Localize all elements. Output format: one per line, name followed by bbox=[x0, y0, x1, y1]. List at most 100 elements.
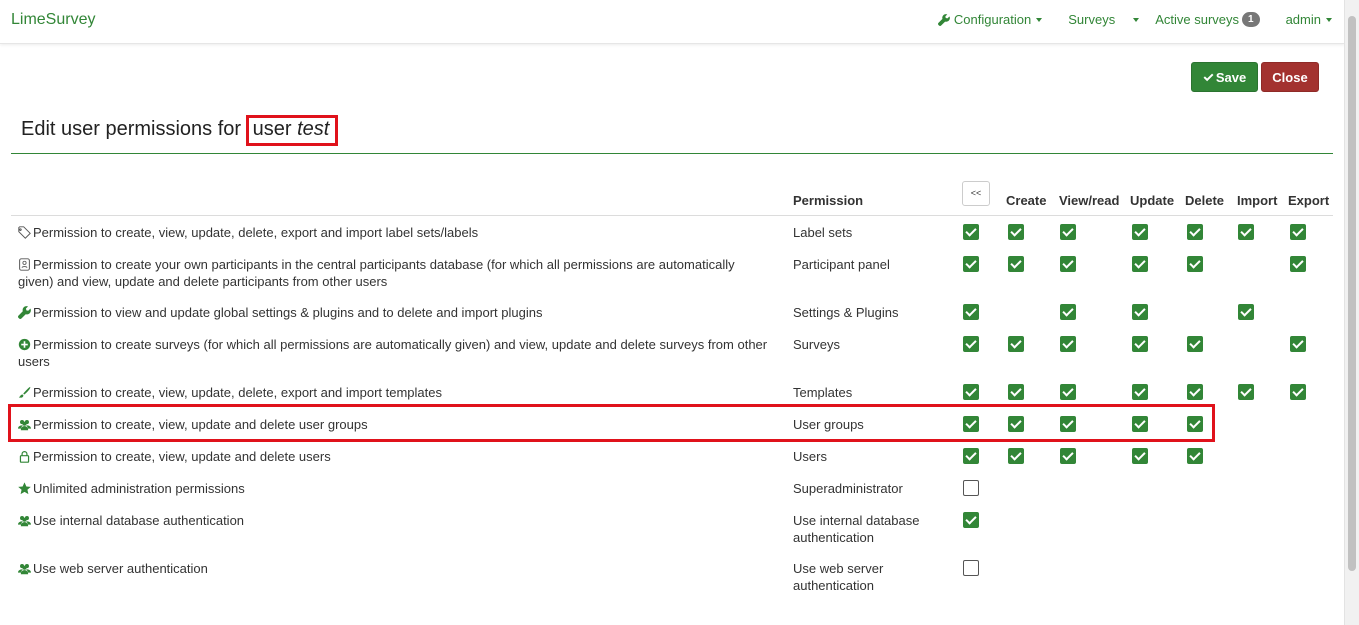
checkbox-create[interactable] bbox=[1008, 256, 1024, 272]
save-button-label: Save bbox=[1215, 70, 1247, 85]
star-icon bbox=[18, 481, 33, 496]
checkbox-read[interactable] bbox=[1060, 224, 1076, 240]
checkbox-import[interactable] bbox=[1238, 384, 1254, 400]
table-header: Permission << Create View/read Update De… bbox=[11, 180, 1333, 216]
page-title-prefix: Edit user permissions for bbox=[21, 118, 247, 140]
checkbox-update[interactable] bbox=[1132, 416, 1148, 432]
checkbox-create[interactable] bbox=[1008, 224, 1024, 240]
close-button[interactable]: Close bbox=[1261, 62, 1319, 92]
nav-user-label: admin bbox=[1285, 12, 1321, 27]
brush-icon bbox=[18, 385, 33, 400]
scrollbar-thumb[interactable] bbox=[1348, 16, 1356, 571]
checkbox-import[interactable] bbox=[1238, 304, 1254, 320]
nav-configuration[interactable]: Configuration bbox=[937, 12, 1043, 27]
checkbox-create[interactable] bbox=[1008, 448, 1024, 464]
checkbox-delete[interactable] bbox=[1187, 448, 1203, 464]
checkbox-delete[interactable] bbox=[1187, 256, 1203, 272]
permission-name: Participant panel bbox=[793, 257, 890, 272]
brand-logo[interactable]: LimeSurvey bbox=[11, 11, 95, 29]
checkbox-delete[interactable] bbox=[1187, 224, 1203, 240]
permission-description-text: Permission to create, view, update, dele… bbox=[33, 225, 479, 240]
wrench-icon bbox=[937, 13, 950, 26]
checkbox-create[interactable] bbox=[1008, 384, 1024, 400]
page-scrollbar[interactable] bbox=[1344, 0, 1359, 625]
checkbox-update[interactable] bbox=[1132, 336, 1148, 352]
permission-name: Users bbox=[793, 449, 827, 464]
checkbox-export[interactable] bbox=[1290, 256, 1306, 272]
permission-description: Permission to create your own participan… bbox=[18, 256, 768, 290]
permission-description: Unlimited administration permissions bbox=[18, 480, 768, 497]
users-icon bbox=[18, 417, 33, 432]
checkbox-all[interactable] bbox=[963, 256, 979, 272]
checkbox-all[interactable] bbox=[963, 480, 979, 496]
checkbox-read[interactable] bbox=[1060, 384, 1076, 400]
save-button[interactable]: Save bbox=[1191, 62, 1258, 92]
permission-description: Permission to view and update global set… bbox=[18, 304, 768, 321]
checkbox-import[interactable] bbox=[1238, 224, 1254, 240]
checkbox-all[interactable] bbox=[963, 304, 979, 320]
checkbox-all[interactable] bbox=[963, 384, 979, 400]
header-create: Create bbox=[1006, 193, 1047, 208]
header-permission: Permission bbox=[793, 193, 864, 208]
check-icon bbox=[1203, 73, 1214, 82]
page-title: Edit user permissions for user test bbox=[21, 115, 339, 146]
checkbox-create[interactable] bbox=[1008, 416, 1024, 432]
permission-name: Templates bbox=[793, 385, 853, 400]
checkbox-export[interactable] bbox=[1290, 384, 1306, 400]
caret-down-icon bbox=[1036, 17, 1043, 22]
permission-name: Superadministrator bbox=[793, 481, 903, 496]
checkbox-read[interactable] bbox=[1060, 448, 1076, 464]
checkbox-all[interactable] bbox=[963, 448, 979, 464]
checkbox-update[interactable] bbox=[1132, 448, 1148, 464]
page-title-username: test bbox=[297, 118, 330, 140]
checkbox-read[interactable] bbox=[1060, 336, 1076, 352]
permission-name: Use web server authentication bbox=[793, 561, 884, 593]
checkbox-delete[interactable] bbox=[1187, 416, 1203, 432]
checkbox-delete[interactable] bbox=[1187, 384, 1203, 400]
permission-description-text: Permission to view and update global set… bbox=[33, 305, 543, 320]
checkbox-update[interactable] bbox=[1132, 384, 1148, 400]
checkbox-export[interactable] bbox=[1290, 224, 1306, 240]
checkbox-update[interactable] bbox=[1132, 304, 1148, 320]
permission-description-text: Permission to create surveys (for which … bbox=[18, 337, 768, 369]
permission-name: User groups bbox=[793, 417, 864, 432]
caret-down-icon bbox=[1133, 17, 1140, 22]
checkbox-all[interactable] bbox=[963, 224, 979, 240]
nav-active-surveys[interactable]: Active surveys 1 bbox=[1155, 12, 1260, 27]
users-icon bbox=[18, 561, 33, 576]
checkbox-create[interactable] bbox=[1008, 336, 1024, 352]
nav-configuration-label: Configuration bbox=[953, 12, 1032, 27]
checkbox-all[interactable] bbox=[963, 416, 979, 432]
permission-description-text: Permission to create, view, update, dele… bbox=[33, 385, 442, 400]
caret-down-icon bbox=[1326, 17, 1332, 22]
nav-user-menu[interactable]: admin bbox=[1286, 12, 1332, 27]
permission-description-text: Permission to create, view, update and d… bbox=[33, 417, 368, 432]
checkbox-all[interactable] bbox=[963, 336, 979, 352]
header-delete: Delete bbox=[1185, 193, 1225, 208]
nav-surveys[interactable]: Surveys bbox=[1068, 12, 1115, 27]
checkbox-update[interactable] bbox=[1132, 224, 1148, 240]
permission-name: Settings & Plugins bbox=[793, 305, 899, 320]
checkbox-read[interactable] bbox=[1060, 256, 1076, 272]
permissions-table: Permission << Create View/read Update De… bbox=[11, 180, 1333, 593]
permission-description: Permission to create, view, update, dele… bbox=[18, 224, 768, 241]
checkbox-read[interactable] bbox=[1060, 416, 1076, 432]
checkbox-all[interactable] bbox=[963, 560, 979, 576]
permission-description-text: Use internal database authentication bbox=[33, 513, 245, 528]
title-divider bbox=[11, 153, 1333, 154]
permission-description-text: Permission to create, view, update and d… bbox=[33, 449, 331, 464]
checkbox-export[interactable] bbox=[1290, 336, 1306, 352]
checkbox-delete[interactable] bbox=[1187, 336, 1203, 352]
nav-surveys-dropdown[interactable] bbox=[1133, 17, 1140, 22]
checkbox-read[interactable] bbox=[1060, 304, 1076, 320]
active-surveys-count-badge: 1 bbox=[1242, 12, 1260, 27]
collapse-columns-button[interactable]: << bbox=[962, 181, 990, 206]
permission-description-text: Permission to create your own participan… bbox=[18, 257, 735, 289]
nav-surveys-label: Surveys bbox=[1068, 12, 1116, 27]
checkbox-update[interactable] bbox=[1132, 256, 1148, 272]
permission-name: Surveys bbox=[793, 337, 840, 352]
permission-description: Permission to create surveys (for which … bbox=[18, 336, 768, 370]
wrench-icon bbox=[18, 305, 33, 320]
checkbox-all[interactable] bbox=[963, 512, 979, 528]
permission-description: Permission to create, view, update, dele… bbox=[18, 384, 768, 401]
